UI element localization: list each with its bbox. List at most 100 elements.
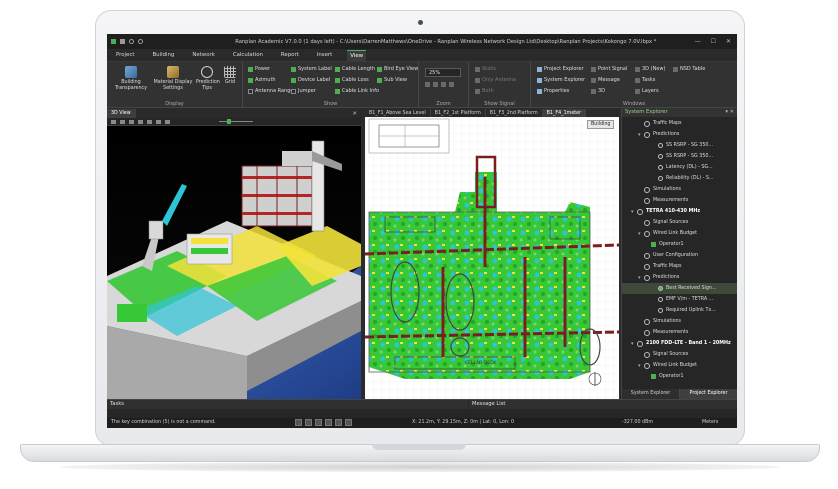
tree-item[interactable]: Signal Sources xyxy=(622,349,737,360)
ortho-tool-icon[interactable] xyxy=(345,419,352,426)
nsd-table-button[interactable]: NSD Table xyxy=(673,66,705,72)
zoom-window-icon[interactable] xyxy=(449,82,454,87)
undo-icon[interactable] xyxy=(129,39,134,44)
tree-item[interactable]: User Configuration xyxy=(622,250,737,261)
save-icon[interactable] xyxy=(120,39,125,44)
message-button[interactable]: Message xyxy=(591,77,620,83)
device-label-checkbox[interactable]: Device Label xyxy=(291,77,330,83)
tree-item[interactable]: Traffic Maps xyxy=(622,118,737,129)
zoom-select[interactable]: 25% xyxy=(425,68,461,77)
chevron-down-icon[interactable]: ▾ xyxy=(638,231,643,237)
system-explorer-button[interactable]: System Explorer xyxy=(537,77,585,83)
radio-icon[interactable] xyxy=(658,176,663,181)
sub-view-checkbox[interactable]: Sub View xyxy=(377,77,407,83)
system-label-checkbox[interactable]: System Label xyxy=(291,66,332,72)
building-label[interactable]: Building xyxy=(587,120,615,129)
tree-item[interactable]: Operator1 xyxy=(622,371,737,382)
tree-item[interactable]: Required Uplink Tx... xyxy=(622,305,737,316)
chevron-down-icon[interactable]: ▾ xyxy=(631,209,636,215)
menu-calculation[interactable]: Calculation xyxy=(230,50,266,60)
tree-item[interactable]: SS RSRP - SG 350... xyxy=(622,151,737,162)
minimize-button[interactable]: — xyxy=(695,38,701,45)
pan-tool-icon[interactable] xyxy=(305,419,312,426)
radio-icon[interactable] xyxy=(658,165,663,170)
point-signal-button[interactable]: Point Signal xyxy=(591,66,627,72)
measure-tool-icon[interactable] xyxy=(315,419,322,426)
tree-item[interactable]: ▾ TETRA 410-430 MHz xyxy=(622,206,737,217)
3d-viewport[interactable] xyxy=(107,126,361,399)
tree-item[interactable]: ▾ Predictions xyxy=(622,129,737,140)
menu-insert[interactable]: Insert xyxy=(314,50,335,60)
tree-item[interactable]: Reliability (DL) - S... xyxy=(622,173,737,184)
chevron-down-icon[interactable]: ▾ xyxy=(638,132,643,138)
tree-item[interactable]: Measurements xyxy=(622,327,737,338)
power-checkbox[interactable]: Power xyxy=(248,66,270,72)
material-display-button[interactable]: Material Display Settings xyxy=(153,66,193,92)
3d-button[interactable]: 3D xyxy=(591,88,605,94)
chevron-down-icon[interactable]: ▾ xyxy=(638,363,643,369)
tree-item[interactable]: SS RSRP - SG 350... xyxy=(622,140,737,151)
checkbox-icon[interactable] xyxy=(651,374,656,379)
radio-icon[interactable] xyxy=(658,297,663,302)
tree-item[interactable]: Simulations xyxy=(622,184,737,195)
zoom-in-icon[interactable] xyxy=(425,82,430,87)
layers-button[interactable]: Layers xyxy=(635,88,659,94)
cable-link-info-checkbox[interactable]: Cable Link Info xyxy=(335,88,379,94)
both-button[interactable]: Both xyxy=(475,88,494,94)
only-antenna-button[interactable]: Only Antenna xyxy=(475,77,516,83)
snap-tool-icon[interactable] xyxy=(325,419,332,426)
tree-item[interactable]: ▾ 2100 FDD-LTE - Band 1 - 20MHz xyxy=(622,338,737,349)
tree-item[interactable]: Measurements xyxy=(622,195,737,206)
menu-network[interactable]: Network xyxy=(189,50,218,60)
radio-icon[interactable] xyxy=(658,154,663,159)
tree-item[interactable]: Operator1 xyxy=(622,239,737,250)
select-tool-icon[interactable] xyxy=(295,419,302,426)
tree-item[interactable]: ▾ Wired Link Budget xyxy=(622,360,737,371)
tree-item[interactable]: Latency (DL) - SG... xyxy=(622,162,737,173)
3d-new-button[interactable]: 3D (New) xyxy=(635,66,665,72)
jumper-checkbox[interactable]: Jumper xyxy=(291,88,316,94)
menu-view[interactable]: View xyxy=(347,49,367,61)
project-explorer-button[interactable]: Project Explorer xyxy=(537,66,584,72)
tab-project-explorer[interactable]: Project Explorer xyxy=(680,389,737,399)
tree-item[interactable]: Traffic Maps xyxy=(622,261,737,272)
antenna-range-checkbox[interactable]: Antenna Range xyxy=(248,88,293,94)
radio-icon[interactable] xyxy=(658,308,663,313)
tasks-button[interactable]: Tasks xyxy=(635,77,655,83)
close-icon[interactable]: ✕ xyxy=(352,111,361,117)
floor-plan-viewport[interactable]: Building CELLAR DECK xyxy=(365,117,619,399)
menu-building[interactable]: Building xyxy=(149,50,177,60)
tree-item[interactable]: Best Received Sign... xyxy=(622,283,737,294)
radio-icon[interactable] xyxy=(658,143,663,148)
checkbox-icon[interactable] xyxy=(651,242,656,247)
cable-loss-checkbox[interactable]: Cable Loss xyxy=(335,77,369,83)
3d-zoom-slider[interactable] xyxy=(219,121,253,122)
static-button[interactable]: Static xyxy=(475,66,496,72)
pin-icon[interactable]: ▾ ✕ xyxy=(725,108,734,117)
maximize-button[interactable]: ☐ xyxy=(711,38,716,45)
menu-report[interactable]: Report xyxy=(278,50,302,60)
menu-project[interactable]: Project xyxy=(113,50,137,60)
azimuth-checkbox[interactable]: Azimuth xyxy=(248,77,276,83)
tree-item[interactable]: ▾ Wired Link Budget xyxy=(622,228,737,239)
building-transparency-button[interactable]: Building Transparency xyxy=(111,66,151,92)
properties-button[interactable]: Properties xyxy=(537,88,569,94)
tree-item[interactable]: Signal Sources xyxy=(622,217,737,228)
3d-zoom-slider-handle[interactable] xyxy=(227,119,231,124)
redo-icon[interactable] xyxy=(138,39,143,44)
prediction-tips-button[interactable]: Prediction Tips xyxy=(196,66,220,92)
grid-button[interactable]: Grid xyxy=(220,66,240,86)
bird-eye-view-checkbox[interactable]: Bird Eye View xyxy=(377,66,418,72)
tree-item[interactable]: Simulations xyxy=(622,316,737,327)
grid-snap-icon[interactable] xyxy=(335,419,342,426)
tree-item[interactable]: EMF V/m - TETRA ... xyxy=(622,294,737,305)
close-button[interactable]: ✕ xyxy=(726,38,731,45)
radio-icon[interactable] xyxy=(658,286,663,291)
zoom-fit-icon[interactable] xyxy=(441,82,446,87)
3d-toolbar-icons[interactable] xyxy=(111,120,171,124)
chevron-down-icon[interactable]: ▾ xyxy=(638,275,643,281)
cable-length-checkbox[interactable]: Cable Length xyxy=(335,66,375,72)
tab-system-explorer[interactable]: System Explorer xyxy=(622,389,680,399)
tab-3d-view[interactable]: 3D View xyxy=(107,109,136,118)
tree-item[interactable]: ▾ Predictions xyxy=(622,272,737,283)
